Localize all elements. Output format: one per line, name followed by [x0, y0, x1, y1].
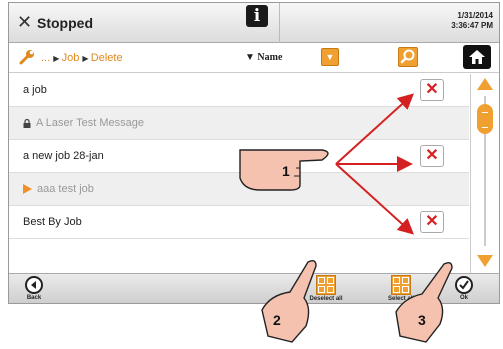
- nav-bar: ... ▶ Job ▶ Delete ▼ Name ▼: [9, 43, 499, 73]
- delete-button[interactable]: ✕: [420, 79, 444, 101]
- info-button[interactable]: i: [246, 5, 268, 27]
- close-icon: ✕: [425, 213, 439, 230]
- time: 3:36:47 PM: [451, 21, 493, 30]
- list-item[interactable]: a new job 28-jan ✕: [9, 140, 469, 173]
- deselect-all-label: Deselect all: [309, 296, 343, 302]
- select-all-button[interactable]: Select all: [381, 275, 421, 302]
- deselect-all-button[interactable]: Deselect all: [306, 275, 346, 302]
- close-icon: ✕: [425, 147, 439, 164]
- close-icon: ✕: [425, 81, 439, 98]
- home-icon: [469, 50, 485, 64]
- scroll-up-icon[interactable]: [477, 78, 493, 90]
- ok-button[interactable]: Ok: [449, 276, 479, 301]
- delete-button[interactable]: ✕: [420, 211, 444, 233]
- date-time: 1/31/2014 3:36:47 PM: [451, 11, 493, 31]
- callout-number: 1: [282, 163, 290, 179]
- deselect-all-icon: [316, 275, 336, 295]
- checkmark-icon: [455, 276, 473, 294]
- lock-icon: [23, 118, 31, 128]
- list-item[interactable]: Best By Job ✕: [9, 206, 469, 239]
- current-job-icon: [23, 184, 32, 195]
- job-name: A Laser Test Message: [36, 117, 145, 129]
- sort-label: Name: [257, 52, 283, 63]
- job-name: aaa test job: [37, 183, 94, 195]
- back-button[interactable]: Back: [19, 276, 49, 301]
- bottom-toolbar: Back Deselect all Select all Ok: [9, 273, 499, 303]
- breadcrumb-root[interactable]: ...: [41, 52, 50, 64]
- chevron-down-icon: ▼: [325, 52, 335, 62]
- select-all-icon: [391, 275, 411, 295]
- callout-number: 2: [273, 312, 281, 328]
- date: 1/31/2014: [457, 11, 493, 20]
- scroll-thumb[interactable]: [477, 104, 493, 134]
- ok-label: Ok: [459, 295, 468, 301]
- title-bar: ✕ Stopped i 1/31/2014 3:36:47 PM: [9, 3, 499, 43]
- select-all-label: Select all: [387, 296, 414, 302]
- search-icon: [400, 49, 415, 64]
- job-list: a job ✕ A Laser Test Message a new job 2…: [9, 74, 469, 273]
- back-label: Back: [26, 295, 42, 301]
- search-button[interactable]: [398, 47, 418, 67]
- close-icon[interactable]: ✕: [17, 13, 32, 31]
- sort-dropdown-button[interactable]: ▼: [321, 48, 339, 66]
- list-item[interactable]: a job ✕: [9, 74, 469, 107]
- breadcrumb: ... ▶ Job ▶ Delete: [41, 52, 123, 64]
- delete-button[interactable]: ✕: [420, 145, 444, 167]
- back-icon: [25, 276, 43, 294]
- printer-screen: ✕ Stopped i 1/31/2014 3:36:47 PM ... ▶ J…: [8, 2, 500, 304]
- job-name: Best By Job: [23, 216, 82, 228]
- printer-status: Stopped: [37, 15, 93, 31]
- scroll-down-icon[interactable]: [477, 255, 493, 267]
- info-icon: i: [253, 6, 261, 26]
- home-button[interactable]: [463, 45, 491, 69]
- breadcrumb-arrow-icon: ▶: [53, 54, 62, 63]
- job-name: a new job 28-jan: [23, 150, 104, 162]
- list-item[interactable]: A Laser Test Message: [9, 107, 469, 140]
- list-item[interactable]: aaa test job: [9, 173, 469, 206]
- sort-field[interactable]: ▼ Name: [245, 52, 282, 63]
- title-divider: [279, 3, 280, 43]
- scrollbar[interactable]: [470, 74, 499, 273]
- breadcrumb-arrow-icon: ▶: [82, 54, 91, 63]
- wrench-icon[interactable]: [19, 49, 35, 65]
- breadcrumb-job[interactable]: Job: [62, 52, 80, 64]
- job-name: a job: [23, 84, 47, 96]
- breadcrumb-delete: Delete: [90, 52, 123, 64]
- callout-number: 3: [418, 312, 426, 328]
